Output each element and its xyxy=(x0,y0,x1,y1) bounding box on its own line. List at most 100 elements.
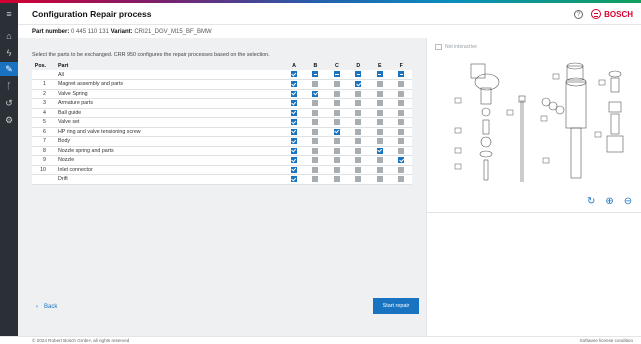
part-checkbox[interactable] xyxy=(291,157,298,164)
part-checkbox[interactable] xyxy=(398,90,405,97)
settings-icon[interactable]: ⚙ xyxy=(0,113,18,127)
part-checkbox[interactable] xyxy=(376,81,383,88)
part-checkbox[interactable] xyxy=(398,100,405,107)
part-checkbox[interactable] xyxy=(333,157,340,164)
brand-name: BOSCH xyxy=(604,9,633,19)
part-checkbox[interactable] xyxy=(376,90,383,97)
part-checkbox[interactable] xyxy=(398,109,405,116)
part-checkbox[interactable] xyxy=(355,71,362,78)
part-checkbox[interactable] xyxy=(312,119,319,126)
part-checkbox[interactable] xyxy=(398,166,405,173)
flash-icon[interactable]: ϟ xyxy=(0,46,18,60)
part-checkbox[interactable] xyxy=(291,109,298,116)
part-checkbox[interactable] xyxy=(398,157,405,164)
part-checkbox[interactable] xyxy=(333,81,340,88)
part-checkbox[interactable] xyxy=(376,119,383,126)
question-icon[interactable]: ? xyxy=(574,9,584,19)
part-checkbox[interactable] xyxy=(312,100,319,107)
part-checkbox[interactable] xyxy=(291,166,298,173)
part-checkbox[interactable] xyxy=(291,119,298,126)
part-checkbox[interactable] xyxy=(355,176,362,183)
part-checkbox[interactable] xyxy=(376,166,383,173)
part-checkbox[interactable] xyxy=(291,176,298,183)
part-checkbox[interactable] xyxy=(291,90,298,97)
part-checkbox[interactable] xyxy=(376,157,383,164)
part-checkbox[interactable] xyxy=(333,109,340,116)
part-checkbox[interactable] xyxy=(355,109,362,116)
part-checkbox[interactable] xyxy=(398,71,405,78)
part-checkbox[interactable] xyxy=(355,90,362,97)
start-repair-button[interactable]: Start repair xyxy=(373,298,419,314)
cell-a xyxy=(283,79,305,90)
part-checkbox[interactable] xyxy=(333,71,340,78)
part-checkbox[interactable] xyxy=(333,147,340,154)
part-checkbox[interactable] xyxy=(312,147,319,154)
part-checkbox[interactable] xyxy=(398,128,405,135)
tools-icon[interactable]: ᚴ xyxy=(0,79,18,93)
part-checkbox[interactable] xyxy=(398,138,405,145)
table-row: 4 Ball guide xyxy=(32,108,412,118)
part-checkbox[interactable] xyxy=(312,109,319,116)
part-checkbox[interactable] xyxy=(312,90,319,97)
row-part-name: Nozzle xyxy=(53,155,284,166)
row-part-name: Valve Spring xyxy=(53,89,284,99)
part-checkbox[interactable] xyxy=(355,81,362,88)
part-checkbox[interactable] xyxy=(333,128,340,135)
part-checkbox[interactable] xyxy=(312,176,319,183)
back-button[interactable]: ‹ Back xyxy=(36,304,57,310)
wrench-icon[interactable]: ✎ xyxy=(0,62,18,76)
part-checkbox[interactable] xyxy=(291,147,298,154)
part-checkbox[interactable] xyxy=(355,147,362,154)
part-checkbox[interactable] xyxy=(291,128,298,135)
license-link[interactable]: Software license condition xyxy=(580,338,633,343)
part-checkbox[interactable] xyxy=(333,138,340,145)
reset-view-icon[interactable]: ↻ xyxy=(587,196,595,207)
part-checkbox[interactable] xyxy=(291,81,298,88)
part-checkbox[interactable] xyxy=(376,100,383,107)
part-checkbox[interactable] xyxy=(333,119,340,126)
part-checkbox[interactable] xyxy=(355,119,362,126)
menu-icon[interactable]: ≡ xyxy=(0,7,18,21)
part-checkbox[interactable] xyxy=(355,100,362,107)
cell-c xyxy=(326,108,348,118)
part-checkbox[interactable] xyxy=(398,147,405,154)
cell-e xyxy=(369,165,391,175)
part-checkbox[interactable] xyxy=(376,71,383,78)
table-row: Drift xyxy=(32,174,412,185)
part-checkbox[interactable] xyxy=(312,128,319,135)
part-checkbox[interactable] xyxy=(355,157,362,164)
part-checkbox[interactable] xyxy=(398,176,405,183)
part-checkbox[interactable] xyxy=(312,71,319,78)
part-checkbox[interactable] xyxy=(312,157,319,164)
part-checkbox[interactable] xyxy=(333,166,340,173)
zoom-in-icon[interactable]: ⊕ xyxy=(605,196,613,207)
part-checkbox[interactable] xyxy=(312,166,319,173)
part-checkbox[interactable] xyxy=(376,128,383,135)
col-header-part: Part xyxy=(57,62,69,69)
part-checkbox[interactable] xyxy=(376,176,383,183)
row-pos: 7 xyxy=(32,136,54,147)
part-checkbox[interactable] xyxy=(376,147,383,154)
part-checkbox[interactable] xyxy=(312,81,319,88)
part-checkbox[interactable] xyxy=(355,166,362,173)
col-header-f: F xyxy=(399,62,403,69)
part-checkbox[interactable] xyxy=(333,90,340,97)
home-icon[interactable]: ⌂ xyxy=(0,29,18,43)
part-checkbox[interactable] xyxy=(333,176,340,183)
table-row: 3 Armature parts xyxy=(32,98,412,109)
part-checkbox[interactable] xyxy=(355,128,362,135)
part-checkbox[interactable] xyxy=(376,109,383,116)
cell-d xyxy=(347,117,370,128)
part-checkbox[interactable] xyxy=(398,81,405,88)
part-checkbox[interactable] xyxy=(291,100,298,107)
part-checkbox[interactable] xyxy=(291,138,298,145)
part-checkbox[interactable] xyxy=(312,138,319,145)
part-checkbox[interactable] xyxy=(291,71,298,78)
part-checkbox[interactable] xyxy=(376,138,383,145)
history-icon[interactable]: ↺ xyxy=(0,96,18,110)
zoom-out-icon[interactable]: ⊖ xyxy=(624,196,632,207)
part-checkbox[interactable] xyxy=(398,119,405,126)
part-checkbox[interactable] xyxy=(333,100,340,107)
cell-c xyxy=(326,136,348,147)
part-checkbox[interactable] xyxy=(355,138,362,145)
